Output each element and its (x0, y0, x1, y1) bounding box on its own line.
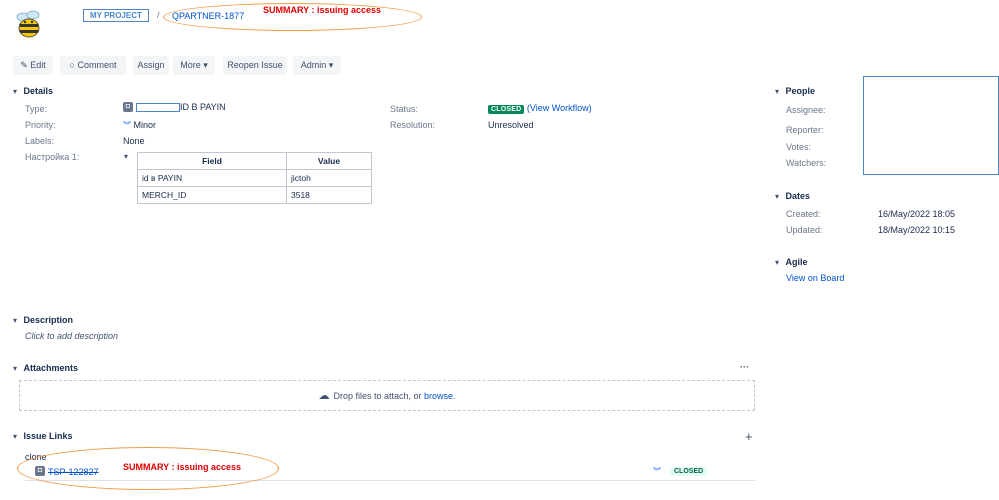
view-on-board-link[interactable]: View on Board (786, 273, 844, 283)
table-cell: MERCH_ID (137, 186, 287, 204)
more-button[interactable]: More ▾ (173, 56, 215, 75)
chevron-down-icon: ▾ (775, 192, 780, 201)
created-label: Created: (786, 209, 821, 219)
type-text: ID B PAYIN (180, 102, 226, 112)
reopen-issue-button[interactable]: Reopen Issue (223, 56, 287, 75)
bee-icon (16, 10, 40, 38)
table-header-field: Field (137, 152, 287, 170)
project-breadcrumb[interactable]: MY PROJECT (83, 9, 149, 22)
edit-button[interactable]: ✎ Edit (13, 56, 53, 75)
chevron-down-icon: ▾ (775, 258, 780, 267)
add-link-button[interactable]: + (745, 429, 753, 444)
table-cell: jictoh (286, 169, 372, 187)
custom-field-table: Field Value id в PAYIN jictoh MERCH_ID 3… (137, 152, 372, 204)
browse-link[interactable]: browse (424, 391, 453, 401)
cloud-upload-icon: ☁ (318, 390, 330, 402)
updated-value: 18/May/2022 10:15 (878, 225, 956, 235)
labels-label: Labels: (25, 136, 55, 146)
table-row: MERCH_ID 3518 (137, 186, 372, 204)
status-value: CLOSED (View Workflow) (488, 103, 592, 114)
type-label: Type: (25, 104, 48, 114)
agile-heading: Agile (785, 257, 808, 267)
linked-issue-priority-icon: ︾ (653, 467, 661, 476)
drop-text: Drop files to attach, or (333, 390, 422, 401)
description-placeholder[interactable]: Click to add description (25, 331, 118, 341)
status-lozenge: CLOSED (488, 105, 525, 114)
chevron-down-icon: ▾ (775, 87, 780, 96)
type-value: ◘ ID B PAYIN (123, 102, 226, 112)
resolution-value: Unresolved (488, 120, 534, 130)
annotation-oval-header (163, 3, 422, 31)
table-row: id в PAYIN jictoh (137, 169, 372, 187)
annotation-oval-link (17, 447, 279, 490)
people-redacted-box (863, 76, 999, 175)
priority-value: ︾ Minor (123, 120, 156, 131)
chevron-down-icon: ▾ (13, 87, 18, 96)
custom-field-label: Настройка 1: (25, 152, 80, 162)
people-toggle[interactable]: ▾ People (775, 86, 815, 96)
project-logo[interactable] (14, 8, 44, 40)
issue-links-toggle[interactable]: ▾ Issue Links (13, 431, 73, 441)
issue-links-heading: Issue Links (23, 431, 73, 441)
resolution-label: Resolution: (390, 120, 436, 130)
chevron-down-icon: ▾ (203, 60, 208, 70)
more-label: More (180, 60, 201, 70)
description-heading: Description (23, 315, 74, 325)
issue-type-icon: ◘ (123, 102, 133, 112)
attachments-more-icon[interactable]: ··· (740, 362, 749, 372)
comment-label: Comment (77, 60, 117, 70)
created-value: 16/May/2022 18:05 (878, 209, 956, 219)
drop-period: . (453, 390, 456, 401)
people-heading: People (785, 86, 816, 96)
labels-value: None (123, 136, 145, 146)
attachments-heading: Attachments (23, 363, 79, 373)
custom-field-toggle[interactable]: ▾ (124, 152, 128, 161)
comment-button[interactable]: ○ Comment (60, 56, 126, 75)
watchers-label: Watchers: (786, 158, 827, 168)
dates-toggle[interactable]: ▾ Dates (775, 191, 810, 201)
reporter-label: Reporter: (786, 125, 824, 135)
assign-button[interactable]: Assign (133, 56, 169, 75)
priority-text: Minor (133, 120, 157, 130)
redacted-box (136, 102, 180, 112)
edit-label: Edit (30, 60, 46, 70)
description-toggle[interactable]: ▾ Description (13, 315, 73, 325)
table-cell: id в PAYIN (137, 169, 287, 187)
linked-issue-status: CLOSED (670, 467, 708, 476)
comment-icon: ○ (69, 60, 75, 70)
details-toggle[interactable]: ▾ Details (13, 86, 53, 96)
chevron-down-icon: ▾ (328, 60, 334, 70)
pencil-icon: ✎ (20, 60, 28, 70)
chevron-down-icon: ▾ (13, 364, 18, 373)
admin-button[interactable]: Admin ▾ (293, 56, 341, 75)
attachments-toggle[interactable]: ▾ Attachments (13, 363, 78, 373)
votes-label: Votes: (786, 142, 812, 152)
table-header-value: Value (286, 152, 372, 170)
assignee-label: Assignee: (786, 105, 826, 115)
status-label: Status: (390, 104, 419, 114)
table-cell: 3518 (286, 186, 372, 204)
view-workflow-link[interactable]: (View Workflow) (527, 103, 592, 113)
agile-toggle[interactable]: ▾ Agile (775, 257, 808, 267)
updated-label: Updated: (786, 225, 823, 235)
chevron-down-icon: ▾ (13, 432, 18, 441)
admin-label: Admin (300, 60, 327, 70)
breadcrumb-separator: / (157, 10, 160, 20)
details-heading: Details (23, 86, 54, 96)
priority-minor-icon: ︾ (123, 121, 131, 130)
dates-heading: Dates (785, 191, 811, 201)
priority-label: Priority: (25, 120, 56, 130)
attachments-dropzone[interactable]: ☁ Drop files to attach, or browse. (19, 380, 755, 411)
chevron-down-icon: ▾ (13, 316, 18, 325)
